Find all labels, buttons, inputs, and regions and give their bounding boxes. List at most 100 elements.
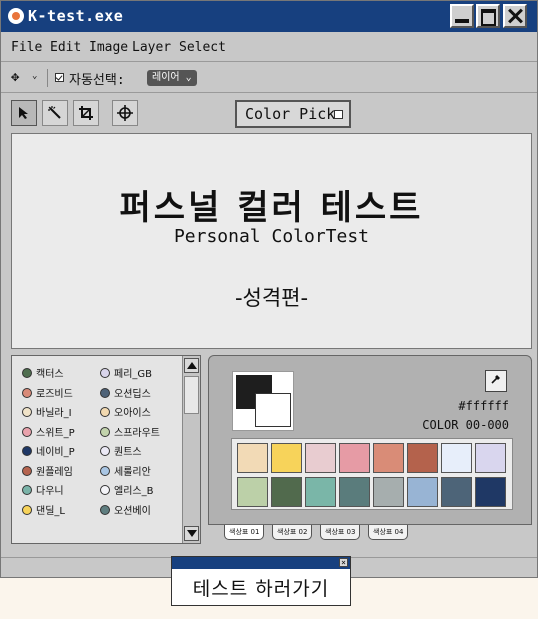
layer-color-dot (100, 407, 110, 417)
menu-select[interactable]: Select (179, 40, 226, 55)
layer-color-dot (22, 446, 32, 456)
arrow-tool-button[interactable] (11, 100, 37, 126)
layer-item[interactable]: 오션딥스 (100, 387, 151, 402)
title-bar[interactable]: K-test.exe (1, 1, 537, 32)
palette-tab[interactable]: 색상표 03 (320, 525, 361, 540)
layer-select-dropdown[interactable]: 레이어 ⌄ (147, 70, 197, 86)
crosshair-icon (117, 105, 133, 121)
layer-color-dot (100, 387, 110, 398)
layer-color-dot (100, 446, 110, 456)
arrow-icon (19, 107, 28, 119)
start-test-popup[interactable]: × 테스트 하러가기 (171, 556, 351, 606)
popup-close-button[interactable]: × (339, 558, 348, 567)
start-test-button[interactable]: 테스트 하러가기 (172, 574, 350, 601)
color-swatch[interactable] (407, 477, 438, 507)
color-pick-label: Color Pick (245, 105, 336, 123)
layer-color-dot (22, 485, 32, 495)
layer-label: 오아이스 (114, 408, 151, 419)
color-swatch[interactable] (271, 477, 302, 507)
menu-image[interactable]: Image (89, 40, 128, 55)
close-button[interactable] (503, 4, 527, 28)
magic-wand-tool-button[interactable] (42, 100, 68, 126)
chevron-down-icon[interactable]: ⌄ (32, 71, 37, 81)
hex-value: #ffffff (458, 399, 509, 413)
window-title: K-test.exe (28, 7, 124, 25)
layer-item[interactable]: 스위트_P (22, 426, 75, 441)
magic-wand-icon (48, 106, 61, 119)
layer-item[interactable]: 캑터스 (22, 368, 64, 382)
background-color[interactable] (255, 393, 291, 427)
swatch-grid (231, 438, 513, 510)
color-swatch[interactable] (441, 477, 472, 507)
color-swatch[interactable] (305, 443, 336, 473)
layer-item[interactable]: 엘리스_B (100, 485, 153, 499)
layer-color-dot (22, 504, 32, 515)
color-code: COLOR 00-000 (422, 418, 509, 432)
eyedropper-button[interactable] (485, 370, 507, 392)
menu-edit[interactable]: Edit (50, 40, 81, 55)
layer-item[interactable]: 퀀트스 (100, 446, 142, 460)
layer-item[interactable]: 네이비_P (22, 446, 75, 460)
menu-layer[interactable]: Layer (132, 40, 171, 55)
color-pick-checkbox[interactable] (334, 110, 343, 119)
canvas-area[interactable]: 퍼스널 컬러 테스트 Personal ColorTest -성격편- (11, 133, 532, 349)
color-swatch[interactable] (305, 477, 336, 507)
layer-label: 로즈비드 (36, 388, 73, 400)
fg-bg-color-selector[interactable] (232, 371, 294, 431)
color-swatch[interactable] (339, 477, 370, 507)
layer-label: 오션베이 (114, 505, 151, 517)
palette-tab[interactable]: 색상표 02 (272, 525, 313, 540)
color-pick-button[interactable]: Color Pick (235, 100, 351, 128)
layer-color-dot (22, 465, 32, 476)
layers-panel: 캑터스로즈비드바닐라_I 스위트_P 네이비_P 원플레임다우니댄딜_L 페리_GB 오션… (11, 355, 201, 544)
layer-label: 세룰리안 (114, 466, 151, 478)
layer-label: 오션딥스 (114, 388, 151, 400)
layer-item[interactable]: 스프라우트 (100, 426, 160, 441)
page-subtitle: Personal ColorTest (173, 226, 370, 247)
move-tool-icon[interactable]: ✥ (11, 69, 19, 85)
scroll-down-button[interactable] (184, 526, 199, 541)
layer-color-dot (22, 426, 32, 437)
color-swatch[interactable] (407, 443, 438, 473)
minimize-button[interactable] (450, 4, 474, 28)
color-swatch[interactable] (373, 477, 404, 507)
layer-item[interactable]: 로즈비드 (22, 387, 73, 402)
maximize-button[interactable] (476, 4, 500, 28)
layer-label: 엘리스_B (114, 486, 154, 497)
crosshair-tool-button[interactable] (112, 100, 138, 126)
color-swatch[interactable] (271, 443, 302, 473)
layer-color-dot (100, 504, 110, 515)
layer-item[interactable]: 다우니 (22, 485, 64, 499)
color-swatch[interactable] (475, 477, 506, 507)
layer-item[interactable]: 바닐라_I (22, 407, 72, 421)
auto-select-label: 자동선택: (69, 73, 125, 88)
color-swatch[interactable] (237, 443, 268, 473)
layer-item[interactable]: 페리_GB (100, 368, 152, 382)
page-title: 퍼스널 컬러 테스트 (119, 188, 424, 228)
layer-item[interactable]: 오아이스 (100, 407, 151, 421)
color-swatch[interactable] (237, 477, 268, 507)
scroll-thumb[interactable] (184, 376, 199, 414)
menu-file[interactable]: File (11, 40, 42, 55)
layer-item[interactable]: 댄딜_L (22, 504, 65, 519)
palette-tab[interactable]: 색상표 01 (224, 525, 265, 540)
layers-scrollbar[interactable] (182, 356, 200, 543)
popup-title-bar: × (172, 557, 350, 569)
layer-color-dot (100, 465, 110, 476)
layer-color-dot (22, 387, 32, 398)
crop-icon (79, 106, 93, 120)
color-swatch[interactable] (373, 443, 404, 473)
palette-tab[interactable]: 색상표 04 (368, 525, 409, 540)
layer-item[interactable]: 원플레임 (22, 465, 73, 480)
scroll-up-button[interactable] (184, 358, 199, 373)
crop-tool-button[interactable] (73, 100, 99, 126)
eyedropper-icon (491, 375, 500, 384)
divider (47, 69, 48, 87)
auto-select-checkbox[interactable] (55, 73, 64, 82)
color-swatch[interactable] (441, 443, 472, 473)
color-swatch[interactable] (475, 443, 506, 473)
app-window: K-test.exe File Edit Image Layer Select … (0, 0, 538, 578)
layer-item[interactable]: 오션베이 (100, 504, 151, 519)
color-swatch[interactable] (339, 443, 370, 473)
layer-item[interactable]: 세룰리안 (100, 465, 151, 480)
